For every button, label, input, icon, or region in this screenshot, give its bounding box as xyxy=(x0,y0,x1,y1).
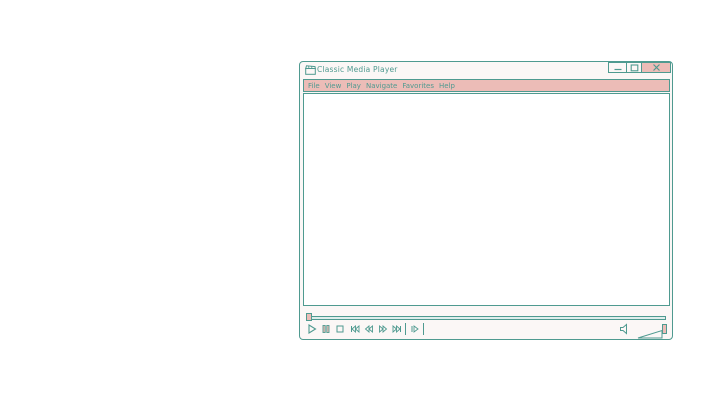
stop-icon[interactable] xyxy=(334,323,346,335)
menu-play[interactable]: Play xyxy=(346,82,361,90)
next-icon[interactable] xyxy=(391,323,403,335)
controls-divider xyxy=(423,323,424,335)
menu-help[interactable]: Help xyxy=(439,82,455,90)
menu-navigate[interactable]: Navigate xyxy=(366,82,397,90)
title-bar[interactable]: Classic Media Player xyxy=(300,62,672,78)
clapperboard-icon xyxy=(305,65,316,75)
video-area[interactable] xyxy=(303,93,670,306)
seek-bar[interactable] xyxy=(306,313,666,323)
step-forward-icon[interactable] xyxy=(409,323,421,335)
menu-file[interactable]: File xyxy=(308,82,320,90)
maximize-button[interactable] xyxy=(626,62,642,73)
volume-slider[interactable] xyxy=(637,324,667,339)
menu-view[interactable]: View xyxy=(325,82,342,90)
maximize-icon xyxy=(630,63,638,71)
window-title: Classic Media Player xyxy=(317,65,398,74)
play-icon[interactable] xyxy=(306,323,318,335)
previous-icon[interactable] xyxy=(349,323,361,335)
media-player-window: Classic Media Player File View Play Navi… xyxy=(299,61,673,340)
rewind-icon[interactable] xyxy=(363,323,375,335)
transport-controls xyxy=(300,323,672,339)
close-button[interactable] xyxy=(641,62,671,73)
seek-thumb[interactable] xyxy=(306,313,312,321)
menu-favorites[interactable]: Favorites xyxy=(402,82,434,90)
menu-bar: File View Play Navigate Favorites Help xyxy=(303,79,670,92)
minimize-icon xyxy=(614,68,621,71)
seek-track[interactable] xyxy=(308,316,666,320)
speaker-icon[interactable] xyxy=(618,323,630,335)
minimize-button[interactable] xyxy=(608,62,627,73)
volume-thumb[interactable] xyxy=(662,324,667,334)
fast-forward-icon[interactable] xyxy=(377,323,389,335)
close-icon xyxy=(652,64,660,71)
pause-icon[interactable] xyxy=(320,323,332,335)
controls-divider xyxy=(405,323,406,335)
